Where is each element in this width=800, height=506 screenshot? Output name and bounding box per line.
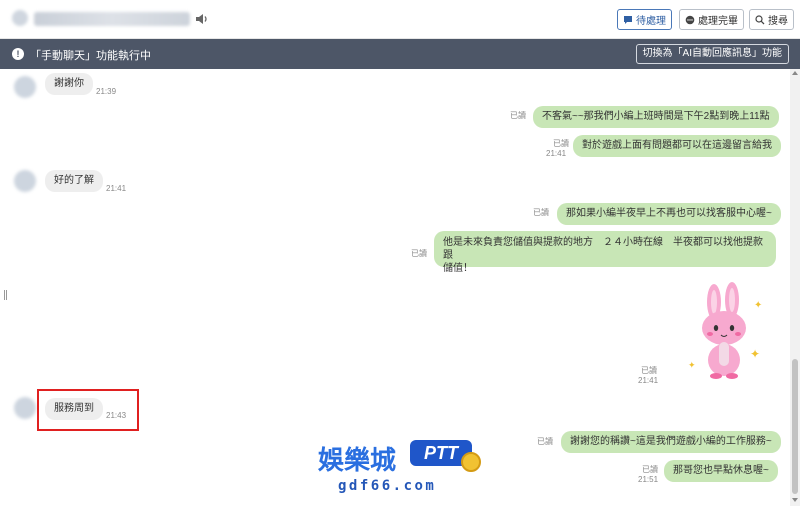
read-receipt: 已讀 bbox=[537, 437, 553, 446]
message-time: 21:51 bbox=[638, 475, 659, 484]
contact-avatar bbox=[12, 10, 28, 26]
message-bubble-out: 那哥您也早點休息喔~ bbox=[664, 460, 778, 482]
message-time: 21:39 bbox=[96, 87, 117, 96]
speaker-icon[interactable] bbox=[195, 12, 209, 26]
scroll-down-arrow-icon[interactable] bbox=[792, 498, 798, 502]
scrollbar[interactable] bbox=[790, 69, 800, 506]
message-time: 21:41 bbox=[106, 184, 127, 193]
avatar bbox=[14, 170, 36, 192]
switch-ai-button[interactable]: 切換為「AI自動回應訊息」功能 bbox=[635, 44, 789, 64]
search-button-label: 搜尋 bbox=[768, 16, 788, 27]
resize-handle[interactable] bbox=[4, 290, 7, 300]
bunny-sticker: ✦ ✦ ✦ bbox=[688, 282, 762, 379]
message-bubble-out: 對於遊戲上面有問題都可以在這邊留言給我 bbox=[573, 135, 781, 157]
done-button-label: 處理完畢 bbox=[698, 16, 738, 27]
scroll-up-arrow-icon[interactable] bbox=[792, 71, 798, 75]
search-icon bbox=[755, 14, 765, 24]
message-bubble-out: 那如果小編半夜早上不再也可以找客服中心喔~ bbox=[557, 203, 781, 225]
svg-text:✦: ✦ bbox=[754, 300, 762, 311]
watermark-url: gdf66.com bbox=[338, 478, 437, 494]
info-icon: ! bbox=[12, 48, 24, 60]
message-bubble-out: 不客氣~~那我們小編上班時間是下午2點到晚上11點 bbox=[533, 106, 779, 128]
read-receipt: 已讀 bbox=[641, 366, 657, 375]
read-receipt: 已讀 bbox=[411, 249, 427, 258]
chat-header: 待處理 處理完畢 搜尋 bbox=[0, 0, 800, 39]
scroll-thumb[interactable] bbox=[792, 359, 798, 494]
done-button[interactable]: 處理完畢 bbox=[679, 9, 744, 30]
search-button[interactable]: 搜尋 bbox=[749, 9, 794, 30]
status-bar: ! 「手動聊天」功能執行中 切換為「AI自動回應訊息」功能 bbox=[0, 39, 800, 69]
pending-button-label: 待處理 bbox=[636, 16, 666, 27]
chat-pending-icon bbox=[624, 15, 632, 24]
read-receipt: 已讀 bbox=[533, 208, 549, 217]
coin-icon bbox=[461, 452, 481, 472]
message-bubble-out: 謝謝您的稱讚~這是我們遊戲小編的工作服務~ bbox=[561, 431, 781, 453]
message-time: 21:41 bbox=[546, 149, 567, 158]
pending-button[interactable]: 待處理 bbox=[617, 9, 672, 30]
avatar bbox=[14, 397, 36, 419]
read-receipt: 已讀 bbox=[642, 465, 658, 474]
avatar bbox=[14, 76, 36, 98]
read-receipt: 已讀 bbox=[510, 111, 526, 120]
contact-name-redacted bbox=[34, 12, 190, 26]
read-receipt: 已讀 bbox=[553, 139, 569, 148]
svg-text:✦: ✦ bbox=[750, 347, 760, 361]
message-bubble-in: 好的了解 bbox=[45, 170, 103, 192]
message-time: 21:41 bbox=[638, 376, 659, 385]
chat-done-icon bbox=[685, 15, 695, 24]
svg-text:✦: ✦ bbox=[688, 360, 696, 370]
highlight-box bbox=[37, 389, 139, 431]
status-text: 「手動聊天」功能執行中 bbox=[30, 50, 151, 62]
watermark-brand: 娛樂城 bbox=[318, 446, 397, 476]
message-line: 他是未來負責您儲值與提款的地方 ２４小時在線 半夜都可以找他提款跟 bbox=[443, 237, 763, 261]
message-bubble-in: 謝謝你 bbox=[45, 73, 93, 95]
message-line: 儲值！ bbox=[443, 263, 473, 274]
message-bubble-out: 他是未來負責您儲值與提款的地方 ２４小時在線 半夜都可以找他提款跟 儲值！ bbox=[434, 231, 776, 274]
